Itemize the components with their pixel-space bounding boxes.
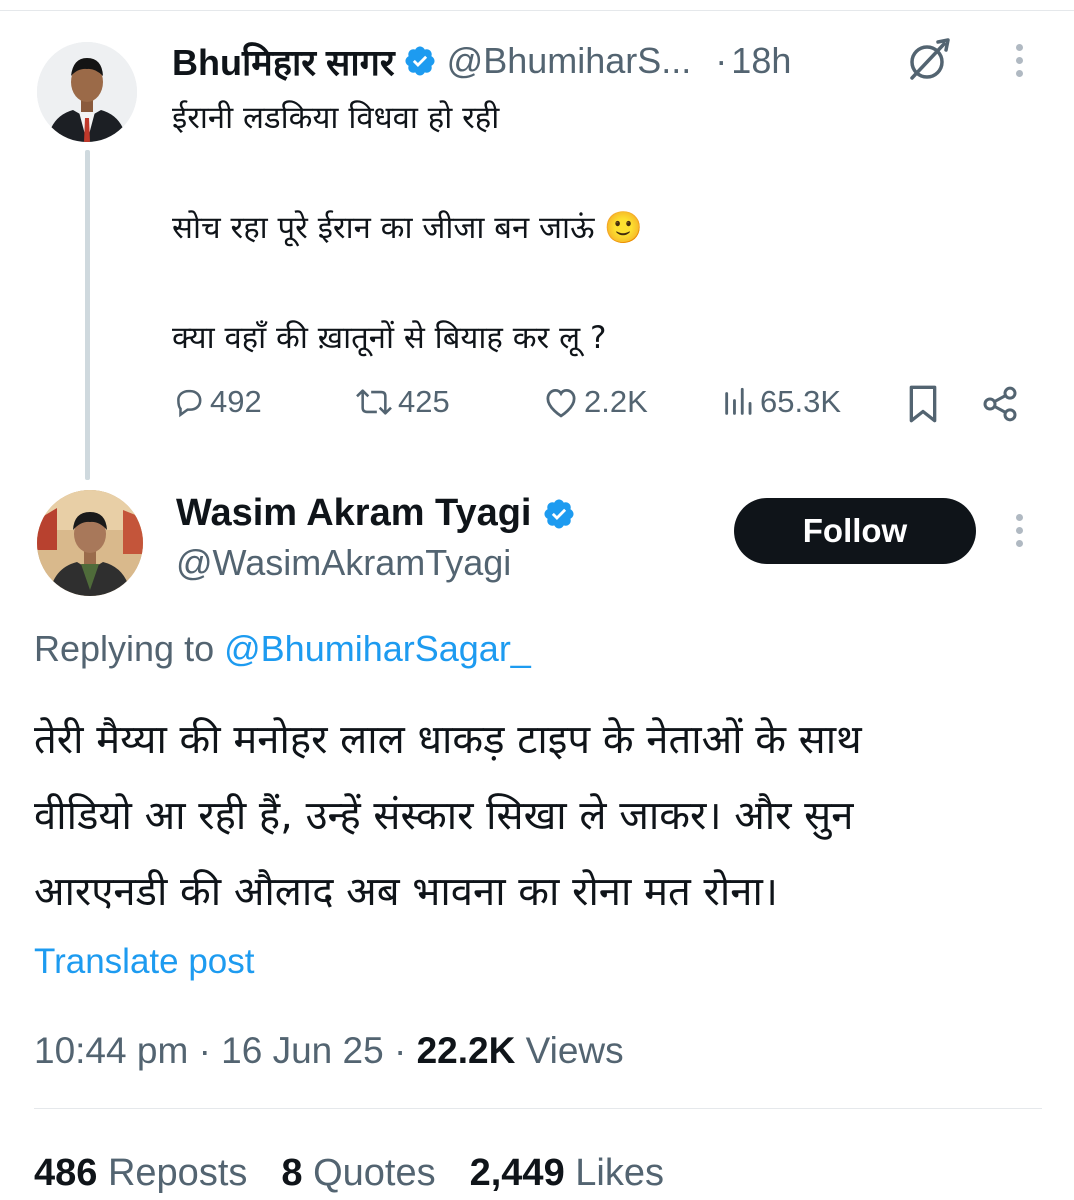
views-icon <box>725 387 752 415</box>
tweet-views-label: Views <box>525 1030 624 1071</box>
main-tweet-text: तेरी मैय्या की मनोहर लाल धाकड़ टाइप के न… <box>34 702 1044 930</box>
main-handle[interactable]: @WasimAkramTyagi <box>176 542 511 584</box>
parent-text-line: ईरानी लडकिया विधवा हो रही <box>172 100 500 136</box>
top-divider <box>0 10 1074 11</box>
tweet-date[interactable]: 16 Jun 25 <box>221 1030 384 1071</box>
meta-separator: · <box>198 1030 211 1071</box>
share-icon <box>983 386 1017 422</box>
like-count: 2.2K <box>584 384 648 419</box>
quotes-stat[interactable]: 8 Quotes <box>281 1152 435 1195</box>
follow-button[interactable]: Follow <box>734 498 976 564</box>
parent-display-name[interactable]: Bhuमिहार सागर <box>172 37 395 86</box>
engagement-stats: 486 Reposts 8 Quotes 2,449 Likes <box>34 1152 698 1195</box>
translate-post-link[interactable]: Translate post <box>34 942 254 982</box>
main-text-line: वीडियो आ रही हैं, उन्हें संस्कार सिखा ले… <box>34 793 854 839</box>
stats-divider <box>34 1108 1042 1109</box>
parent-avatar[interactable] <box>37 42 137 142</box>
main-more-vertical-icon[interactable] <box>1014 514 1024 558</box>
replying-to: Replying to @BhumiharSagar_ <box>34 628 531 670</box>
likes-label: Likes <box>575 1152 664 1194</box>
like-button[interactable]: 2.2K <box>542 384 648 420</box>
repost-count: 425 <box>398 384 450 419</box>
repost-button[interactable]: 425 <box>354 384 450 420</box>
views-button[interactable]: 65.3K <box>720 384 841 420</box>
replying-prefix: Replying to <box>34 628 215 669</box>
reply-count: 492 <box>210 384 262 419</box>
views-count: 65.3K <box>760 384 842 419</box>
parent-tweet-header: Bhuमिहार सागर @BhumiharS... · 18h <box>172 38 791 84</box>
verified-badge-icon <box>543 498 574 529</box>
parent-text-line: क्या वहाँ की ख़ातूनों से बियाह कर लू ? <box>172 320 607 356</box>
bookmark-icon <box>909 385 937 423</box>
bookmark-button[interactable] <box>906 384 940 424</box>
repost-icon <box>356 389 392 415</box>
parent-separator: · <box>715 40 728 81</box>
reply-button[interactable]: 492 <box>172 384 262 420</box>
main-avatar[interactable] <box>37 490 143 596</box>
parent-handle[interactable]: @BhumiharS... <box>447 40 692 82</box>
main-display-name-row: Wasim Akram Tyagi <box>176 492 586 535</box>
parent-text-line: सोच रहा पूरे ईरान का जीजा बन जाऊं 🙂 <box>172 210 643 246</box>
share-button[interactable] <box>980 384 1020 424</box>
tweet-views-count: 22.2K <box>416 1030 516 1071</box>
meta-separator: · <box>393 1030 407 1071</box>
likes-count: 2,449 <box>469 1152 565 1194</box>
reposts-count: 486 <box>34 1152 98 1194</box>
tweet-time[interactable]: 10:44 pm <box>34 1030 188 1071</box>
main-text-line: तेरी मैय्या की मनोहर लाल धाकड़ टाइप के न… <box>34 717 862 763</box>
parent-tweet-text: ईरानी लडकिया विधवा हो रही सोच रहा पूरे ई… <box>172 90 1032 366</box>
parent-action-bar: 492 425 2.2K 65.3K <box>172 384 1032 430</box>
quotes-label: Quotes <box>313 1152 436 1194</box>
parent-timestamp[interactable]: 18h <box>731 40 791 82</box>
quotes-count: 8 <box>281 1152 303 1194</box>
tweet-meta: 10:44 pm · 16 Jun 25 · 22.2K Views <box>34 1030 624 1072</box>
likes-stat[interactable]: 2,449 Likes <box>470 1152 664 1195</box>
main-text-line: आरएनडी की औलाद अब भावना का रोना मत रोना। <box>34 869 778 915</box>
parent-more-vertical-icon[interactable] <box>1014 44 1024 88</box>
reposts-stat[interactable]: 486 Reposts <box>34 1152 247 1195</box>
thread-connector-line <box>85 150 90 480</box>
like-icon <box>546 389 576 418</box>
reposts-label: Reposts <box>107 1152 248 1194</box>
main-display-name[interactable]: Wasim Akram Tyagi <box>176 492 532 535</box>
replying-handle-link[interactable]: @BhumiharSagar_ <box>224 628 531 669</box>
grok-icon[interactable] <box>902 36 952 86</box>
verified-badge-icon <box>405 46 435 76</box>
reply-icon <box>177 389 202 418</box>
